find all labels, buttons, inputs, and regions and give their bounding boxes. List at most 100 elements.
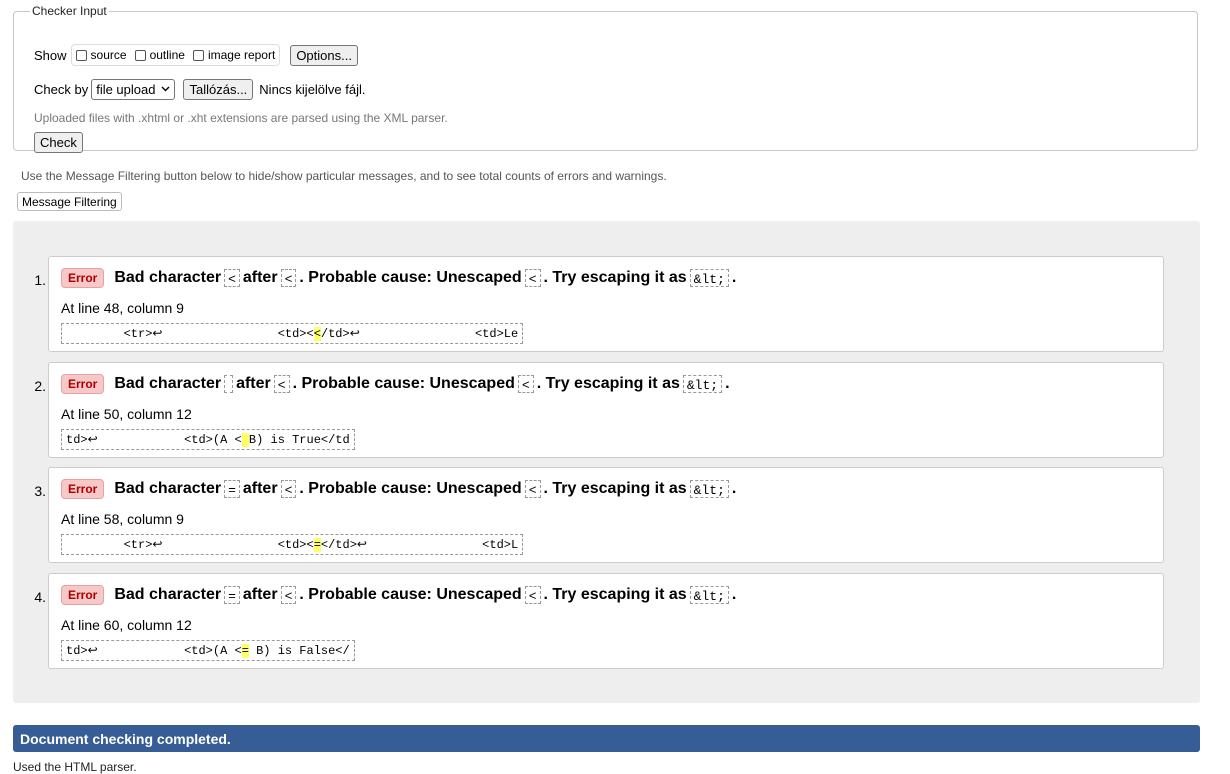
extract-after: /td>↩ <td>Le (320, 327, 519, 341)
message-code: = (224, 480, 240, 498)
message-text-part: . (731, 269, 737, 286)
checker-input-legend: Checker Input (32, 4, 107, 18)
message-heading: Error Bad character after < . Probable c… (61, 374, 730, 394)
extract-before: td>↩ <td>(A < (66, 433, 242, 447)
source-extract: td>↩ <td>(A < B) is True</td (61, 429, 355, 450)
no-file-text: Nincs kijelölve fájl. (259, 82, 366, 97)
message-code: < (280, 586, 297, 604)
message-text-part: . (731, 480, 737, 497)
message-text-part: after (242, 480, 278, 497)
message-code (224, 375, 234, 393)
message-location: At line 50, column 12 (61, 406, 192, 422)
message-code: &lt; (689, 269, 729, 287)
source-extract: <tr>↩ <td>< </td>↩ <td>Le (61, 323, 524, 344)
message-number: 2. (34, 378, 46, 394)
message-code: < (524, 480, 541, 498)
message-item: 3. Error Bad character = after < . Proba… (34, 467, 1164, 563)
image-report-checkbox[interactable] (192, 49, 204, 61)
message-code: < (280, 480, 297, 498)
message-code: &lt; (689, 586, 729, 604)
image-report-label: image report (207, 48, 276, 62)
message-item: 4. Error Bad character = after < . Proba… (34, 573, 1164, 669)
message-number: 3. (34, 483, 46, 499)
extract-after: B) is True</td (248, 432, 350, 447)
message-text-part: after (236, 375, 271, 392)
message-location: At line 58, column 9 (61, 511, 184, 527)
source-label: source (90, 48, 127, 62)
message-code: = (224, 586, 240, 604)
check-by-value: file upload (96, 82, 156, 97)
source-extract: td>↩ <td>(A < = B) is False</ (61, 640, 355, 661)
chevron-down-icon (161, 84, 170, 95)
message-text-part: . (731, 586, 737, 603)
message-heading: Error Bad character = after < . Probable… (61, 585, 736, 605)
error-badge: Error (61, 374, 105, 394)
message-text-part: after (242, 269, 278, 286)
message-location: At line 60, column 12 (61, 617, 192, 633)
message-location: At line 48, column 9 (61, 300, 184, 316)
show-options-group: source outline image report (70, 44, 281, 66)
message-text-part: . Try escaping it as (543, 269, 687, 286)
message-text-part: . Try escaping it as (543, 480, 687, 497)
check-by-select[interactable]: file upload (91, 79, 176, 100)
message-number: 1. (34, 272, 46, 288)
message-item: 2. Error Bad character after < . Probabl… (34, 362, 1164, 458)
source-checkbox[interactable] (75, 49, 87, 61)
message-number: 4. (34, 589, 46, 605)
message-heading: Error Bad character = after < . Probable… (61, 479, 736, 499)
extract-before: <tr>↩ <td>< (66, 538, 314, 552)
checker-input-fieldset: Checker Input Show source outline image … (13, 4, 1198, 153)
show-row: Show source outline image report Options… (34, 44, 358, 66)
message-text-part: . Probable cause: Unescaped (292, 375, 515, 392)
message-text-part: . Try escaping it as (543, 586, 687, 603)
extract-after: B) is False</ (248, 643, 350, 658)
extract-highlight: = (241, 643, 249, 658)
message-text-part: . Probable cause: Unescaped (299, 480, 522, 497)
message-code: < (524, 586, 541, 604)
error-badge: Error (61, 585, 105, 605)
parser-note: Used the HTML parser. (13, 760, 137, 774)
message-code: < (517, 375, 534, 393)
message-filtering-button[interactable]: Message Filtering (17, 192, 122, 211)
message-text-part: . Try escaping it as (536, 375, 680, 392)
error-badge: Error (61, 479, 105, 499)
check-button[interactable]: Check (34, 132, 83, 153)
message-code: < (524, 269, 541, 287)
extract-before: <tr>↩ <td>< (66, 327, 314, 341)
options-button[interactable]: Options... (290, 44, 358, 66)
show-outline-option[interactable]: outline (134, 48, 185, 62)
checking-completed-banner: Document checking completed. (13, 725, 1200, 752)
message-code: &lt; (689, 480, 729, 498)
extract-highlight: < (313, 326, 321, 341)
message-text-part: . Probable cause: Unescaped (299, 269, 522, 286)
extract-highlight (241, 432, 249, 447)
show-image-report-option[interactable]: image report (192, 48, 276, 62)
message-text-part: . Probable cause: Unescaped (299, 586, 522, 603)
outline-label: outline (149, 48, 185, 62)
show-source-option[interactable]: source (75, 48, 127, 62)
browse-button[interactable]: Tallózás... (183, 79, 254, 100)
extract-before: td>↩ <td>(A < (66, 644, 242, 658)
extract-highlight: = (313, 537, 321, 552)
outline-checkbox[interactable] (134, 49, 146, 61)
error-badge: Error (61, 268, 105, 288)
message-text-part: Bad character (114, 375, 222, 392)
message-text-part: Bad character (114, 480, 222, 497)
message-item: 1. Error Bad character < after < . Proba… (34, 256, 1164, 352)
extract-after: </td>↩ <td>L (320, 538, 519, 552)
message-code: < (224, 269, 240, 287)
results-panel: 1. Error Bad character < after < . Proba… (13, 221, 1200, 703)
source-extract: <tr>↩ <td>< = </td>↩ <td>L (61, 534, 524, 555)
message-text-part: . (725, 375, 730, 392)
message-heading: Error Bad character < after < . Probable… (61, 268, 736, 288)
show-label: Show (34, 47, 67, 63)
check-by-label: Check by (34, 82, 89, 97)
message-code: < (280, 269, 297, 287)
message-text-part: Bad character (114, 269, 222, 286)
filter-note: Use the Message Filtering button below t… (21, 169, 667, 183)
message-text-part: Bad character (114, 586, 222, 603)
message-text-part: after (242, 586, 278, 603)
message-code: &lt; (682, 375, 723, 393)
message-code: < (273, 375, 290, 393)
xml-parser-note: Uploaded files with .xhtml or .xht exten… (34, 111, 448, 125)
